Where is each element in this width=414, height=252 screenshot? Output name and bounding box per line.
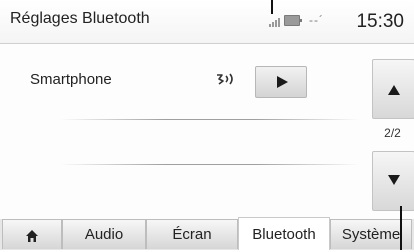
scroll-up-button[interactable] [372, 59, 414, 119]
bluetooth-connected-icon [217, 73, 233, 85]
network-status: --´ [309, 13, 324, 27]
tab-audio[interactable]: Audio [62, 219, 146, 249]
tab-bar: Audio Écran Bluetooth Système [0, 217, 414, 250]
tab-bluetooth[interactable]: Bluetooth [238, 217, 330, 250]
tab-home[interactable] [2, 219, 62, 249]
device-play-button[interactable] [255, 66, 307, 98]
device-list: Smartphone [0, 44, 370, 194]
play-icon [277, 76, 288, 88]
signal-icon [269, 17, 281, 27]
arrow-down-icon [388, 175, 400, 185]
header-bar: Réglages Bluetooth --´ 15:30 [0, 0, 414, 44]
battery-icon [284, 15, 302, 26]
list-divider [60, 119, 360, 120]
page-indicator: 2/2 [384, 126, 401, 140]
arrow-up-icon [388, 85, 400, 95]
callout-pointer-top [271, 0, 273, 14]
tab-ecran[interactable]: Écran [146, 219, 238, 249]
scroll-down-button[interactable] [372, 151, 414, 211]
page-title: Réglages Bluetooth [10, 10, 150, 27]
bluetooth-settings-screen: Réglages Bluetooth --´ 15:30 Smartphone [0, 0, 414, 250]
list-divider [60, 164, 360, 165]
callout-pointer-bottom [400, 206, 402, 250]
device-name[interactable]: Smartphone [30, 71, 112, 88]
clock: 15:30 [356, 11, 404, 32]
home-icon [26, 230, 38, 242]
